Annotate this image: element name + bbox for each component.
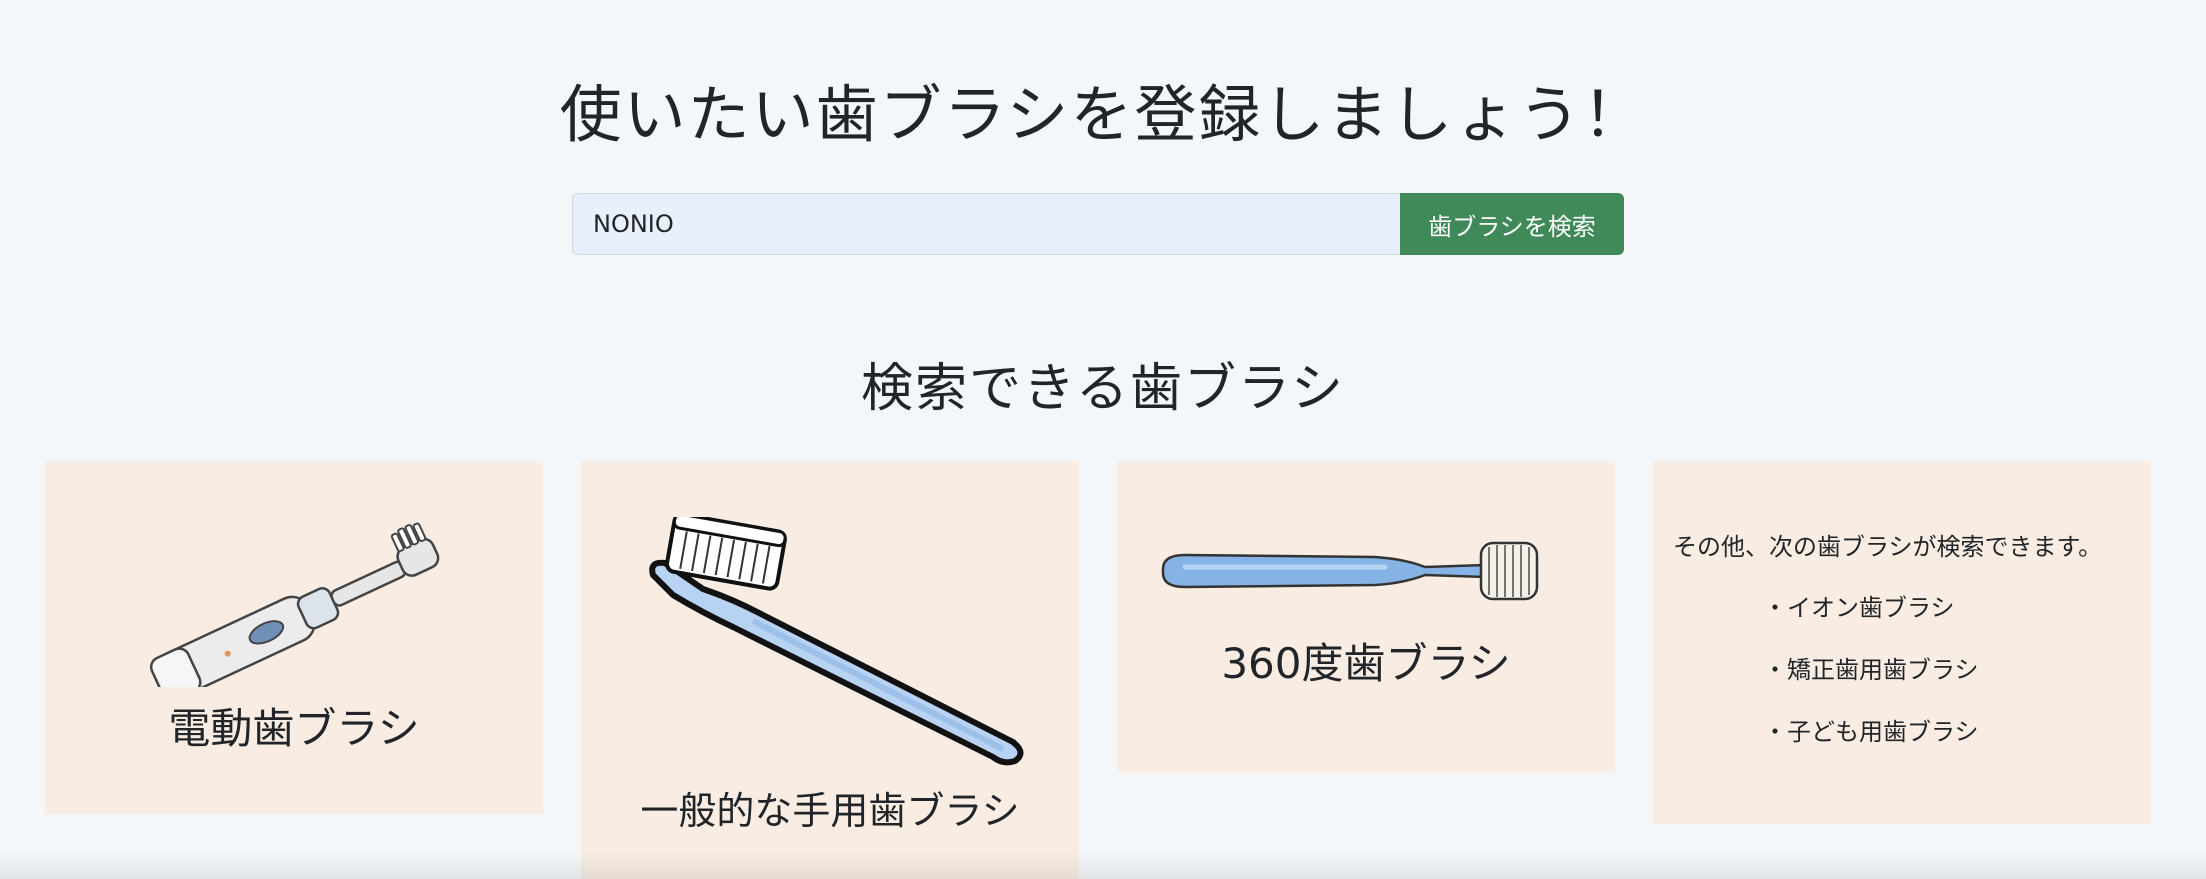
- list-item: ・矯正歯用歯ブラシ: [1763, 656, 1979, 684]
- manual-toothbrush-icon: [649, 517, 1024, 766]
- section-title: 検索できる歯ブラシ: [861, 359, 1345, 419]
- page: 使いたい歯ブラシを登録しましょう！ 歯ブラシを検索 検索できる歯ブラシ: [0, 0, 2206, 879]
- list-item: ・イオン歯ブラシ: [1763, 594, 1955, 622]
- electric-toothbrush-icon: [149, 522, 440, 687]
- card-manual-toothbrush[interactable]: 一般的な手用歯ブラシ: [581, 461, 1079, 879]
- other-toothbrush-list: ・イオン歯ブラシ ・矯正歯用歯ブラシ ・子ども用歯ブラシ: [1763, 590, 1979, 776]
- card-electric-toothbrush[interactable]: 電動歯ブラシ: [45, 461, 543, 814]
- page-title: 使いたい歯ブラシを登録しましょう！: [559, 78, 1647, 151]
- card-360-toothbrush[interactable]: 360度歯ブラシ: [1117, 461, 1615, 773]
- card-label: 一般的な手用歯ブラシ: [640, 789, 1020, 833]
- search-input[interactable]: [572, 193, 1400, 255]
- list-item: ・子ども用歯ブラシ: [1763, 718, 1979, 746]
- other-intro-text: その他、次の歯ブラシが検索できます。: [1673, 533, 2103, 561]
- card-label: 360度歯ブラシ: [1221, 639, 1511, 688]
- bottom-shadow: [0, 851, 2206, 879]
- search-form: 歯ブラシを検索: [572, 193, 1624, 255]
- card-other-toothbrushes: その他、次の歯ブラシが検索できます。 ・イオン歯ブラシ ・矯正歯用歯ブラシ ・子…: [1653, 461, 2151, 824]
- 360-toothbrush-icon: [1161, 541, 1539, 601]
- search-button[interactable]: 歯ブラシを検索: [1400, 193, 1624, 255]
- card-label: 電動歯ブラシ: [168, 704, 420, 753]
